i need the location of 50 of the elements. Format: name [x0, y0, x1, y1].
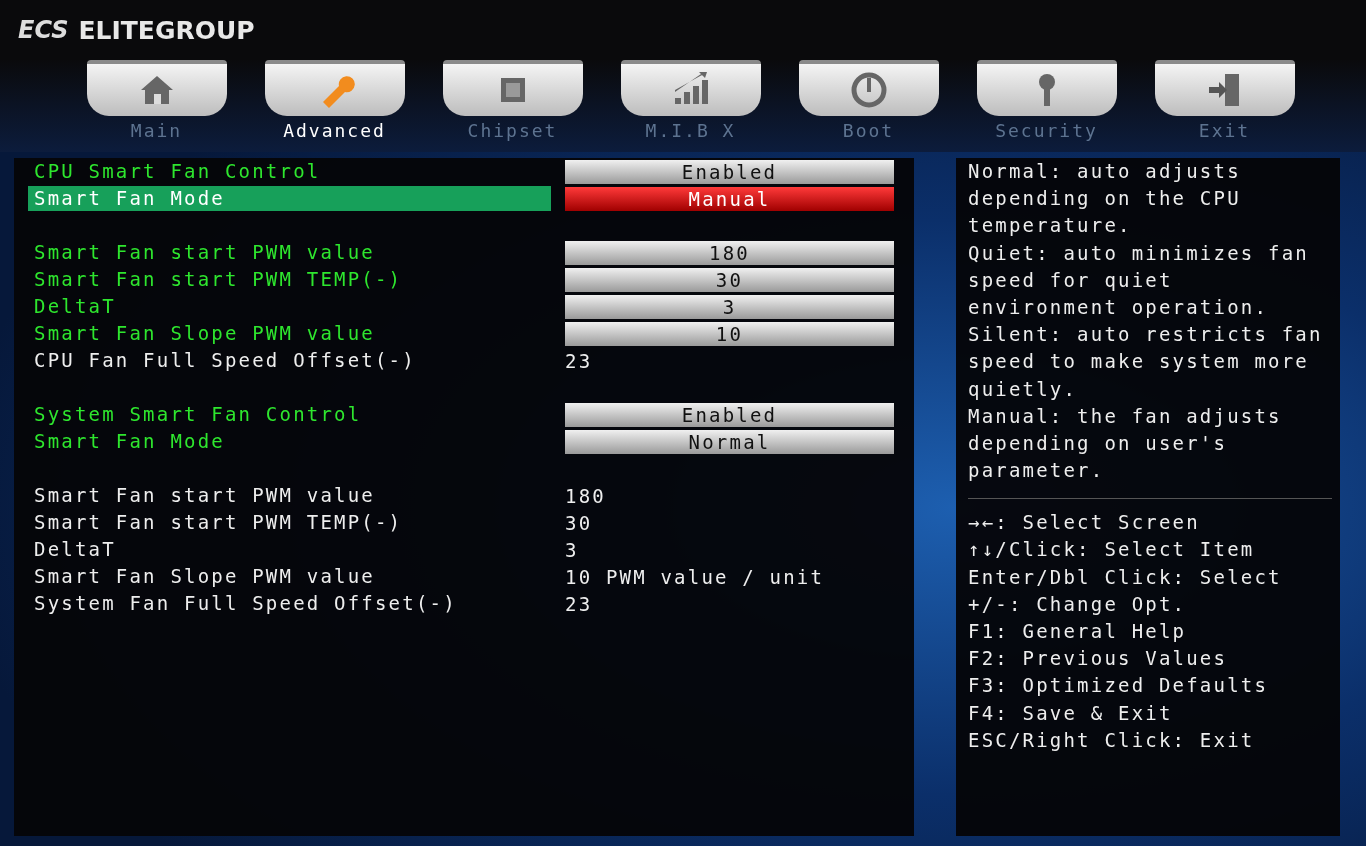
setting-value: 10 PWM value / unit [565, 565, 825, 588]
help-text: temperature. [968, 213, 1133, 239]
key-hint: F3: Optimized Defaults [968, 673, 1270, 699]
option-value[interactable]: 30 [565, 267, 894, 292]
setting-label: CPU Fan Full Speed Offset(-) [33, 348, 417, 373]
setting-label[interactable]: Smart Fan start PWM value [28, 240, 551, 265]
option-value[interactable]: Enabled [565, 402, 894, 427]
setting-label: DeltaT [33, 537, 117, 562]
key-hint: ESC/Right Click: Exit [968, 727, 1256, 753]
setting-label[interactable]: Smart Fan start PWM TEMP(-) [28, 267, 551, 292]
key-hint: F1: General Help [968, 619, 1188, 644]
setting-label: Smart Fan Slope PWM value [33, 564, 376, 589]
option-value[interactable]: 180 [565, 240, 894, 265]
setting-label: Smart Fan start PWM value [33, 483, 376, 508]
setting-value: 23 [565, 592, 593, 615]
option-value[interactable]: Normal [565, 429, 894, 454]
key-hint: →←: Select Screen [968, 510, 1201, 536]
brand-name: ELITEGROUP [78, 15, 255, 45]
option-value[interactable]: 10 [565, 321, 894, 346]
setting-value: 23 [565, 349, 593, 372]
setting-value: 180 [565, 484, 606, 507]
brand-logo: ECS [18, 16, 69, 44]
option-value[interactable]: 3 [565, 294, 894, 319]
help-text: environment operation. [968, 294, 1270, 320]
option-value[interactable]: Enabled [565, 159, 894, 184]
setting-value: 3 [565, 538, 579, 561]
help-text: parameter. [968, 458, 1106, 484]
help-text: Quiet: auto minimizes fan [968, 240, 1310, 266]
help-text: Silent: auto restricts fan [968, 322, 1324, 348]
key-hint: ↑↓/Click: Select Item [968, 537, 1256, 563]
setting-label[interactable]: CPU Smart Fan Control [28, 159, 551, 184]
help-text: depending on user's [968, 430, 1229, 456]
setting-label[interactable]: Smart Fan Mode [28, 429, 551, 454]
help-text: speed to make system more [968, 349, 1310, 375]
key-hint: F4: Save & Exit [968, 700, 1174, 726]
key-hint: Enter/Dbl Click: Select [968, 564, 1283, 590]
help-text: Manual: the fan adjusts [968, 403, 1283, 429]
option-value[interactable]: Manual [565, 186, 894, 211]
help-text: depending on the CPU [968, 186, 1242, 212]
key-hint: F2: Previous Values [968, 646, 1229, 672]
setting-label: System Fan Full Speed Offset(-) [33, 591, 458, 616]
setting-label: Smart Fan start PWM TEMP(-) [33, 510, 404, 535]
setting-label[interactable]: DeltaT [28, 294, 551, 319]
key-hint: +/-: Change Opt. [968, 591, 1188, 617]
setting-value: 30 [565, 511, 593, 534]
help-text: Normal: auto adjusts [968, 159, 1242, 184]
help-text: quietly. [968, 376, 1079, 402]
setting-label[interactable]: Smart Fan Slope PWM value [28, 321, 551, 346]
help-text: speed for quiet [968, 267, 1174, 293]
setting-label[interactable]: System Smart Fan Control [28, 402, 551, 427]
